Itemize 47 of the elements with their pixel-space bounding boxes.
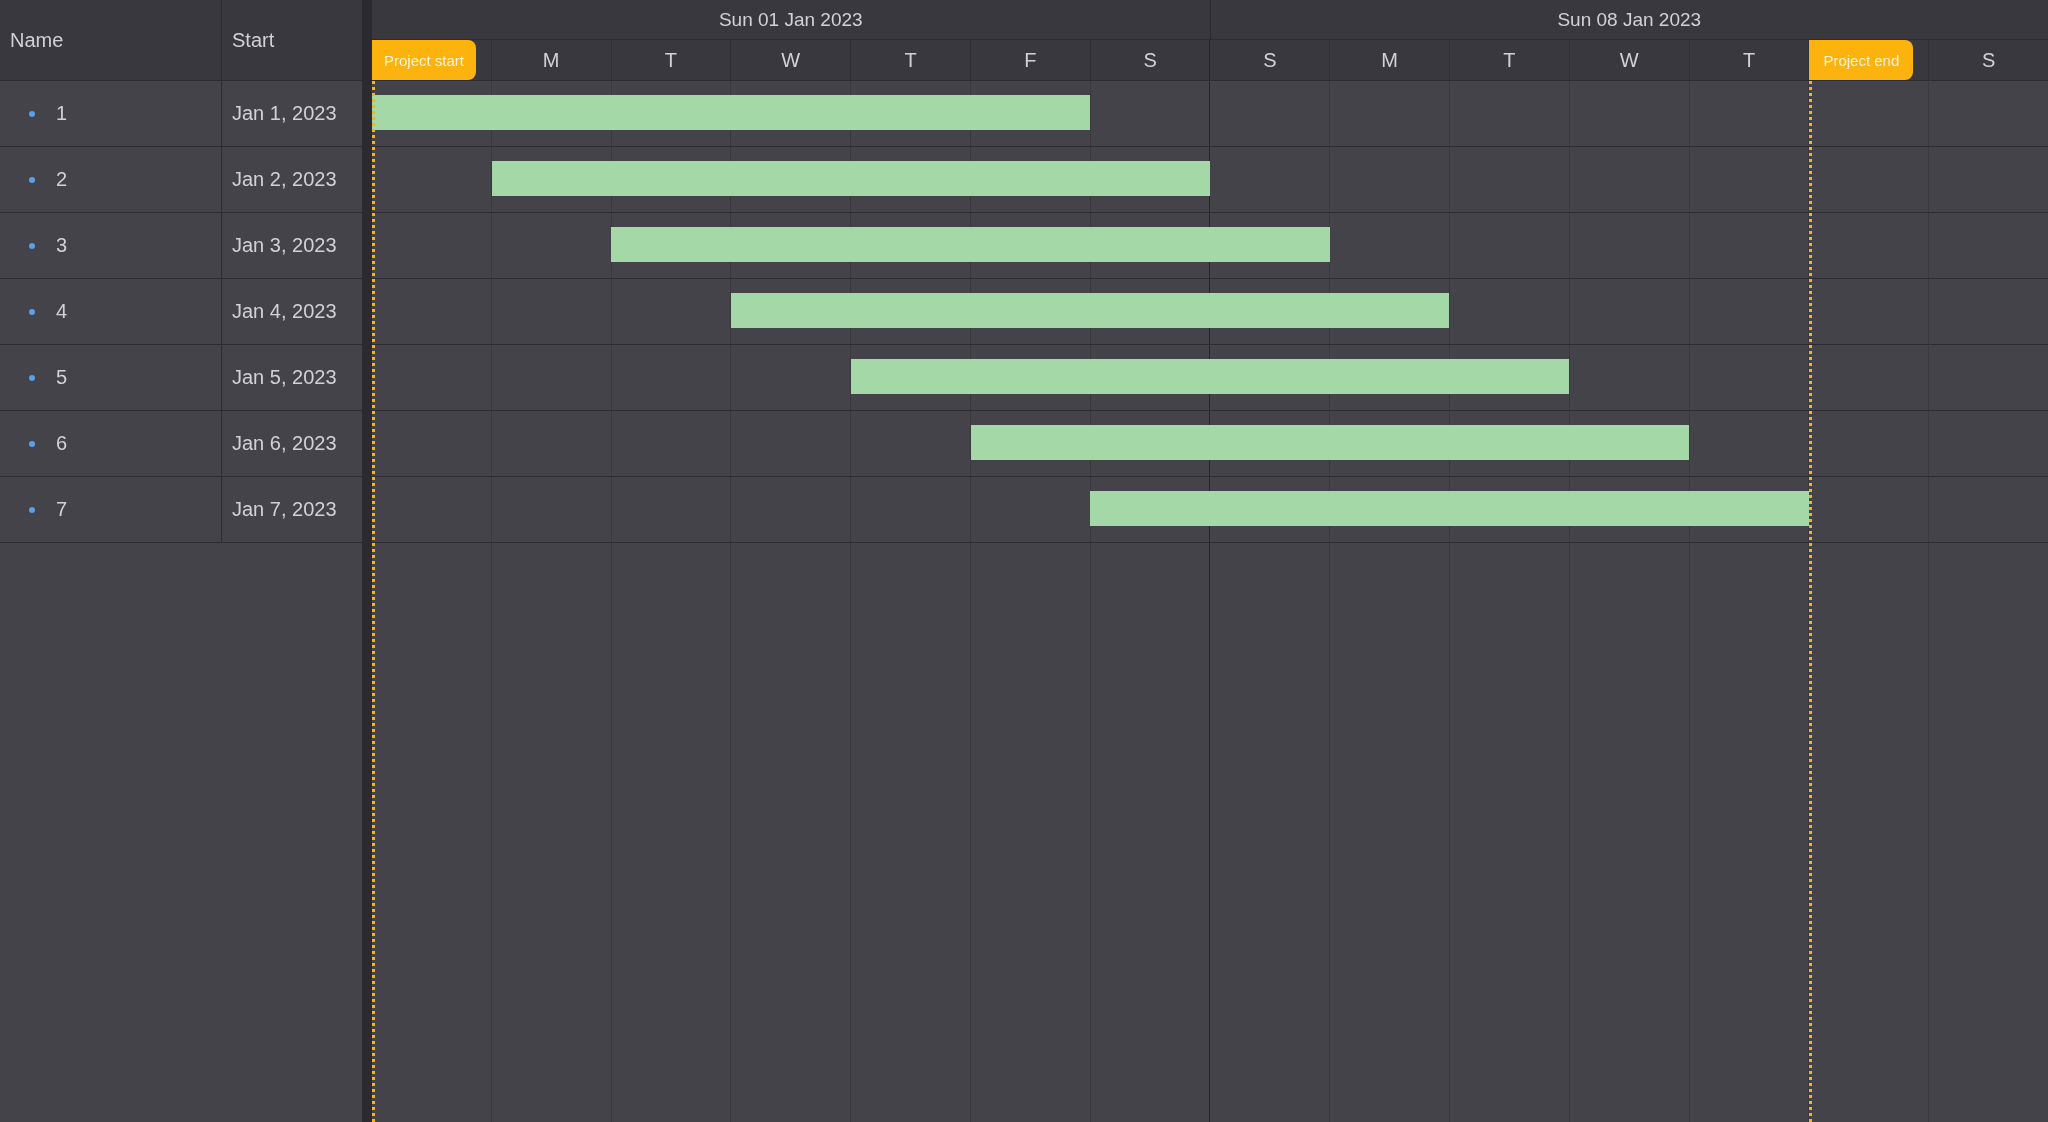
day-header: W [781, 48, 801, 72]
bullet-icon [29, 374, 35, 381]
day-header: W [1619, 48, 1639, 72]
task-bar[interactable] [731, 293, 1450, 328]
bullet-icon [29, 110, 35, 117]
column-header[interactable]: Start [222, 0, 362, 80]
day-header: M [542, 48, 560, 72]
project-marker-label: Project start [372, 40, 476, 80]
day-header: S [1143, 48, 1157, 72]
project-marker-label: Project end [1809, 40, 1914, 80]
task-name: 1 [56, 102, 68, 125]
day-header: T [1503, 48, 1516, 72]
task-start-date: Jan 3, 2023 [232, 234, 337, 257]
task-name: 2 [56, 168, 68, 191]
task-name: 3 [56, 234, 68, 257]
task-start-date: Jan 2, 2023 [232, 168, 337, 191]
task-start-date: Jan 7, 2023 [232, 498, 337, 521]
task-name: 7 [56, 498, 68, 521]
day-header: F [1024, 48, 1037, 72]
week-header: Sun 08 Jan 2023 [1209, 0, 2048, 39]
splitter-handle[interactable] [362, 0, 372, 1122]
task-bar[interactable] [850, 359, 1570, 394]
task-start-date: Jan 4, 2023 [232, 300, 337, 323]
task-bar[interactable] [372, 95, 1091, 130]
task-bar[interactable] [970, 425, 1689, 460]
bullet-icon [29, 242, 35, 249]
task-start-date: Jan 1, 2023 [232, 102, 337, 125]
column-header[interactable]: Name [0, 0, 222, 80]
day-header: M [1381, 48, 1398, 72]
task-name: 4 [56, 300, 68, 323]
task-bar[interactable] [491, 161, 1210, 196]
task-name: 5 [56, 366, 68, 389]
task-start-date: Jan 6, 2023 [232, 432, 337, 455]
day-header: S [1263, 48, 1277, 72]
bullet-icon [29, 308, 35, 315]
day-header: S [1981, 48, 1996, 72]
bullet-icon [29, 440, 35, 447]
bullet-icon [29, 176, 35, 183]
day-header: T [904, 48, 917, 72]
day-header: T [1742, 48, 1756, 72]
task-start-date: Jan 5, 2023 [232, 366, 337, 389]
task-name: 6 [56, 432, 68, 455]
task-bar[interactable] [611, 227, 1330, 262]
task-bar[interactable] [1090, 491, 1809, 526]
week-header: Sun 01 Jan 2023 [717, 7, 864, 32]
day-header: T [664, 48, 678, 72]
bullet-icon [29, 506, 35, 513]
